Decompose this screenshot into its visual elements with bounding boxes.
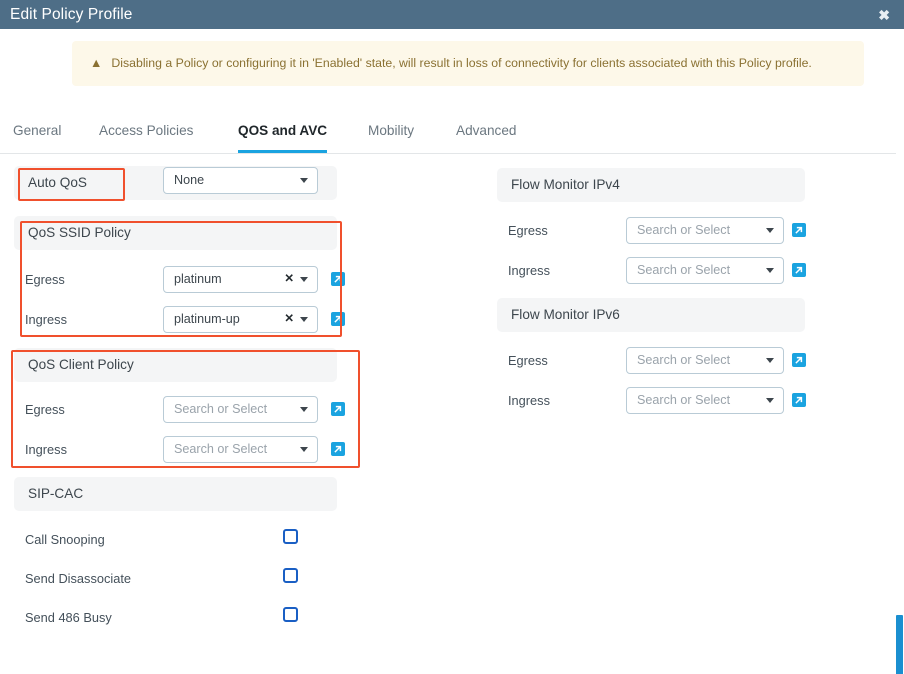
qos-client-policy-label: QoS Client Policy	[28, 357, 134, 373]
flow-monitor-ipv4-label: Flow Monitor IPv4	[511, 177, 620, 193]
tab-access-policies[interactable]: Access Policies	[99, 120, 193, 153]
section-header-sip-cac: SIP-CAC	[14, 477, 337, 511]
flow-ipv6-ingress-select[interactable]: Search or Select	[626, 387, 784, 414]
sip-cac-label: SIP-CAC	[28, 486, 84, 502]
qos-ssid-egress-select[interactable]: platinum ✕	[163, 266, 318, 293]
chevron-down-icon	[300, 407, 308, 412]
flow-ipv4-ingress-label: Ingress	[508, 263, 550, 278]
external-link-icon[interactable]	[792, 263, 806, 277]
tab-mobility[interactable]: Mobility	[368, 120, 414, 153]
external-link-icon[interactable]	[792, 353, 806, 367]
external-link-icon[interactable]	[792, 223, 806, 237]
flow-ipv4-ingress-placeholder: Search or Select	[637, 264, 731, 277]
chevron-down-icon	[300, 277, 308, 282]
send-486-busy-label: Send 486 Busy	[25, 610, 112, 625]
tab-advanced[interactable]: Advanced	[456, 120, 516, 153]
flow-ipv6-ingress-placeholder: Search or Select	[637, 394, 731, 407]
flow-monitor-ipv6-label: Flow Monitor IPv6	[511, 307, 620, 323]
external-link-icon[interactable]	[331, 272, 345, 286]
external-link-icon[interactable]	[331, 442, 345, 456]
dialog-titlebar: Edit Policy Profile ✖	[0, 0, 904, 29]
section-header-flow-monitor-ipv6: Flow Monitor IPv6	[497, 298, 805, 332]
flow-ipv4-egress-placeholder: Search or Select	[637, 224, 731, 237]
qos-client-egress-placeholder: Search or Select	[174, 403, 268, 416]
external-link-icon[interactable]	[331, 402, 345, 416]
section-header-qos-client-policy: QoS Client Policy	[14, 348, 337, 382]
flow-ipv4-ingress-select[interactable]: Search or Select	[626, 257, 784, 284]
send-disassociate-label: Send Disassociate	[25, 571, 131, 586]
qos-client-ingress-select[interactable]: Search or Select	[163, 436, 318, 463]
dialog-title: Edit Policy Profile	[10, 5, 133, 23]
qos-client-ingress-placeholder: Search or Select	[174, 443, 268, 456]
call-snooping-label: Call Snooping	[25, 532, 105, 547]
section-header-qos-ssid-policy: QoS SSID Policy	[14, 216, 337, 250]
vertical-scrollbar-track[interactable]	[896, 29, 904, 674]
flow-ipv4-egress-select[interactable]: Search or Select	[626, 217, 784, 244]
tab-qos-and-avc[interactable]: QOS and AVC	[238, 120, 328, 153]
external-link-icon[interactable]	[331, 312, 345, 326]
close-icon[interactable]: ✖	[876, 6, 892, 24]
qos-client-ingress-label: Ingress	[25, 442, 67, 457]
tab-general[interactable]: General	[13, 120, 61, 153]
chevron-down-icon	[766, 358, 774, 363]
chevron-down-icon	[300, 317, 308, 322]
qos-ssid-ingress-select[interactable]: platinum-up ✕	[163, 306, 318, 333]
qos-client-egress-select[interactable]: Search or Select	[163, 396, 318, 423]
qos-ssid-ingress-label: Ingress	[25, 312, 67, 327]
chevron-down-icon	[766, 268, 774, 273]
chevron-down-icon	[300, 447, 308, 452]
section-header-flow-monitor-ipv4: Flow Monitor IPv4	[497, 168, 805, 202]
edit-policy-profile-dialog: Edit Policy Profile ✖ ▲ Disabling a Poli…	[0, 0, 904, 674]
auto-qos-label: Auto QoS	[28, 175, 87, 191]
qos-client-egress-label: Egress	[25, 402, 65, 417]
auto-qos-select[interactable]: None	[163, 167, 318, 194]
qos-ssid-egress-label: Egress	[25, 272, 65, 287]
send-disassociate-checkbox[interactable]	[283, 568, 298, 583]
flow-ipv6-ingress-label: Ingress	[508, 393, 550, 408]
tab-bar: General Access Policies QOS and AVC Mobi…	[0, 120, 904, 154]
flow-ipv6-egress-placeholder: Search or Select	[637, 354, 731, 367]
qos-ssid-ingress-value: platinum-up	[174, 313, 240, 326]
external-link-icon[interactable]	[792, 393, 806, 407]
clear-icon[interactable]: ✕	[284, 273, 300, 286]
chevron-down-icon	[766, 398, 774, 403]
warning-banner: ▲ Disabling a Policy or configuring it i…	[72, 41, 864, 86]
chevron-down-icon	[766, 228, 774, 233]
chevron-down-icon	[300, 178, 308, 183]
qos-ssid-policy-label: QoS SSID Policy	[28, 225, 131, 241]
warning-triangle-icon: ▲	[90, 56, 103, 71]
flow-ipv4-egress-label: Egress	[508, 223, 548, 238]
call-snooping-checkbox[interactable]	[283, 529, 298, 544]
vertical-scrollbar-thumb[interactable]	[896, 615, 903, 674]
clear-icon[interactable]: ✕	[284, 313, 300, 326]
flow-ipv6-egress-label: Egress	[508, 353, 548, 368]
qos-ssid-egress-value: platinum	[174, 273, 222, 286]
flow-ipv6-egress-select[interactable]: Search or Select	[626, 347, 784, 374]
warning-banner-text: Disabling a Policy or configuring it in …	[111, 55, 812, 70]
send-486-busy-checkbox[interactable]	[283, 607, 298, 622]
auto-qos-select-value: None	[174, 174, 205, 187]
